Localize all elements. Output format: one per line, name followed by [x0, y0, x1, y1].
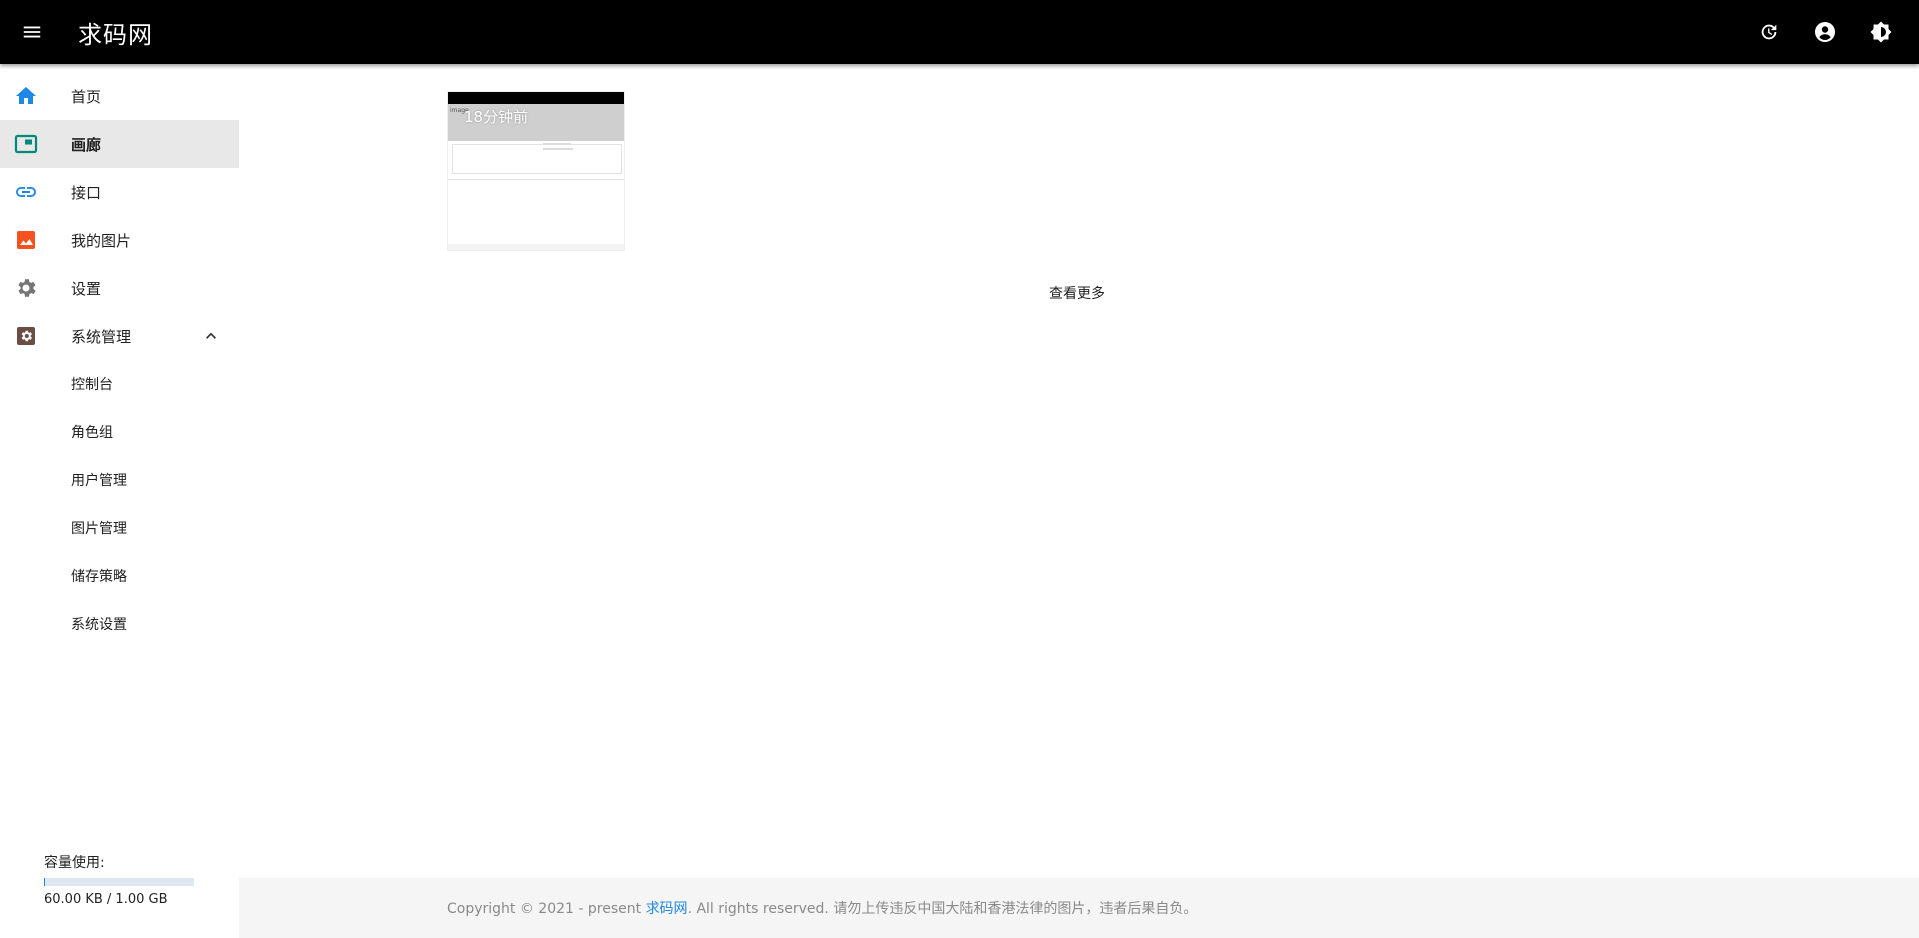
- theme-toggle-button[interactable]: [1853, 0, 1909, 64]
- sidebar-subitem-label: 角色组: [71, 425, 113, 441]
- sidebar-item-label: 接口: [71, 183, 102, 202]
- sidebar: 首页 画廊 接口 我的图片 设置 系统管理 控制台 角色组 用户管理 图片管理 …: [0, 64, 239, 938]
- history-icon: [1761, 24, 1777, 40]
- sidebar-item-system-admin[interactable]: 系统管理: [0, 312, 239, 360]
- sidebar-item-label: 画廊: [71, 135, 102, 154]
- quota-progress-fill: [44, 878, 45, 886]
- app-title[interactable]: 求码网: [78, 15, 153, 50]
- sidebar-subitem-label: 控制台: [71, 377, 113, 393]
- sidebar-item-api[interactable]: 接口: [0, 168, 239, 216]
- footer: Copyright © 2021 - present 求码网. All righ…: [239, 878, 1919, 938]
- account-circle-icon: [1815, 22, 1835, 42]
- view-more-button[interactable]: 查看更多: [1049, 283, 1105, 303]
- storage-quota: 容量使用: 60.00 KB / 1.00 GB: [44, 852, 214, 907]
- quota-progress-bar: [44, 878, 194, 886]
- brightness-icon: [1870, 21, 1892, 43]
- sidebar-item-label: 我的图片: [71, 231, 132, 250]
- sidebar-subitem-image-management[interactable]: 图片管理: [0, 504, 239, 552]
- sidebar-item-label: 系统管理: [71, 327, 132, 346]
- sidebar-item-gallery[interactable]: 画廊: [0, 120, 239, 168]
- image-upload-time: 18分钟前: [464, 108, 529, 126]
- sidebar-subitem-label: 储存策略: [71, 569, 127, 585]
- history-button[interactable]: [1741, 0, 1797, 64]
- admin-gear-icon: [17, 327, 35, 345]
- home-icon: [16, 87, 36, 104]
- quota-value: 60.00 KB / 1.00 GB: [44, 892, 168, 907]
- sidebar-subitem-role-groups[interactable]: 角色组: [0, 408, 239, 456]
- sidebar-item-label: 设置: [71, 279, 102, 298]
- chevron-up-icon[interactable]: [201, 326, 221, 346]
- image-icon: [17, 231, 35, 249]
- quota-label: 容量使用:: [44, 855, 105, 871]
- menu-button[interactable]: [0, 0, 64, 64]
- sidebar-subitem-label: 图片管理: [71, 521, 127, 537]
- sidebar-item-home[interactable]: 首页: [0, 72, 239, 120]
- sidebar-subitem-label: 用户管理: [71, 473, 127, 489]
- gallery-icon: [14, 134, 38, 154]
- account-button[interactable]: [1797, 0, 1853, 64]
- gear-icon: [18, 279, 36, 297]
- app-bar: 求码网: [0, 0, 1919, 64]
- sidebar-subitem-system-settings[interactable]: 系统设置: [0, 600, 239, 648]
- main-content: image 18分钟前 查看更多: [239, 64, 1919, 878]
- gallery-image-card[interactable]: image 18分钟前: [447, 91, 625, 251]
- copyright-suffix: . All rights reserved. 请勿上传违反中国大陆和香港法律的图…: [687, 901, 1198, 917]
- sidebar-subitem-label: 系统设置: [71, 617, 127, 633]
- menu-icon: [23, 26, 41, 38]
- sidebar-subitem-storage-policy[interactable]: 储存策略: [0, 552, 239, 600]
- sidebar-item-settings[interactable]: 设置: [0, 264, 239, 312]
- sidebar-item-label: 首页: [71, 87, 102, 106]
- link-icon: [16, 187, 36, 197]
- sidebar-subitem-user-management[interactable]: 用户管理: [0, 456, 239, 504]
- site-link[interactable]: 求码网: [646, 901, 688, 917]
- sidebar-subitem-console[interactable]: 控制台: [0, 360, 239, 408]
- copyright-text: Copyright © 2021 - present 求码网. All righ…: [447, 898, 1197, 918]
- copyright-prefix: Copyright © 2021 - present: [447, 901, 646, 917]
- sidebar-item-my-images[interactable]: 我的图片: [0, 216, 239, 264]
